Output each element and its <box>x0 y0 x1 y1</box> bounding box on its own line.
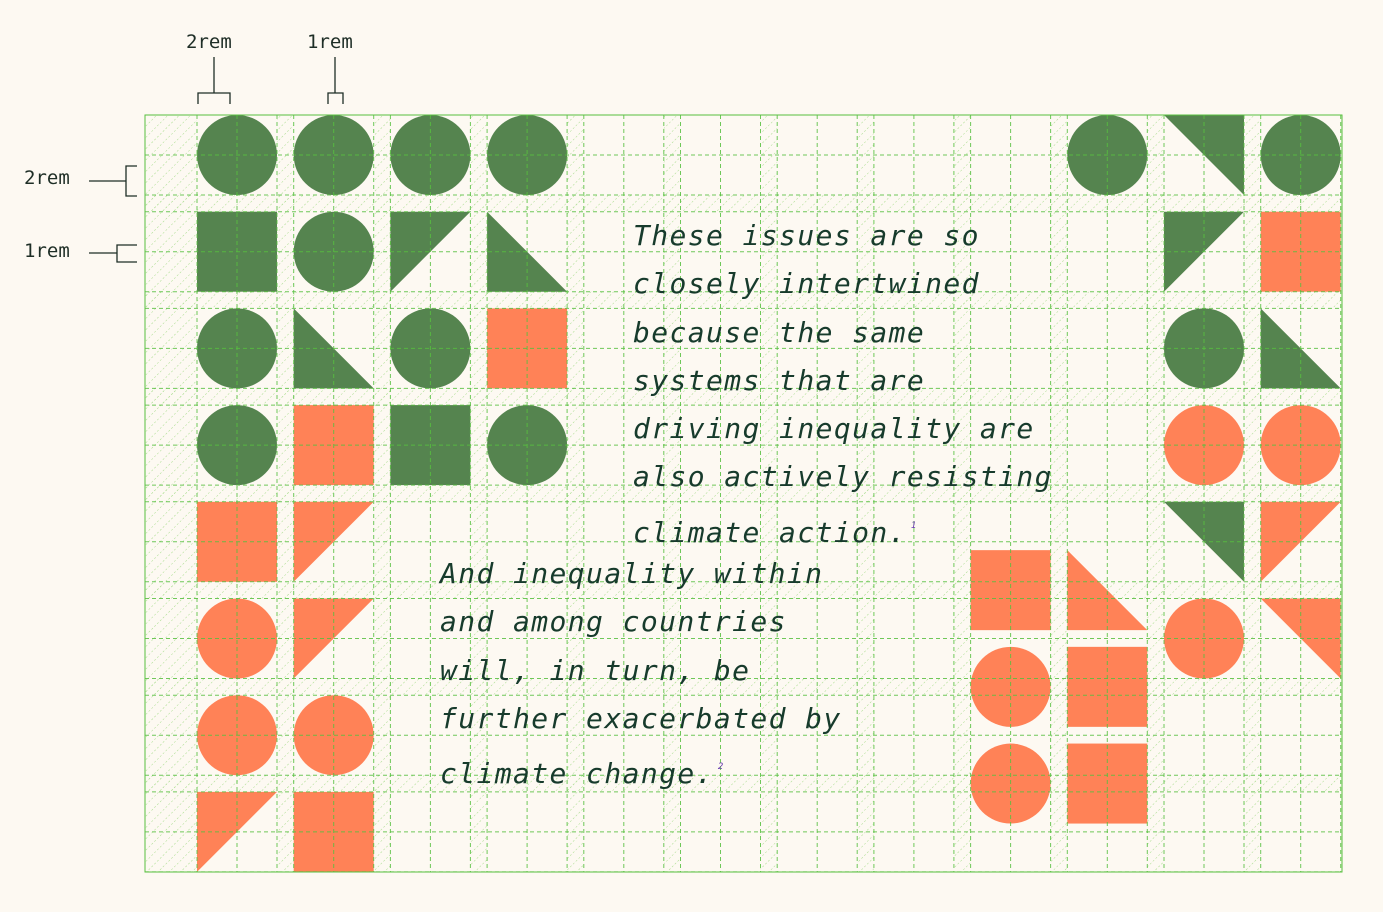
quote-line: climate change. 2 <box>440 743 842 798</box>
quote-line: And inequality within <box>440 557 824 590</box>
gutter-width-label-1rem: 1rem <box>307 31 353 53</box>
orange-circle-shape <box>293 695 374 776</box>
quote-line-text: climate action. <box>633 515 907 549</box>
quote-line: driving inequality are <box>633 412 1035 446</box>
orange-square-shape <box>970 550 1051 631</box>
orange-circle-shape <box>970 646 1051 727</box>
quote-line: These issues are so <box>633 219 980 252</box>
column-width-bracket <box>197 57 231 104</box>
orange-triangle-shape <box>293 598 374 679</box>
row-gap-bracket <box>89 244 137 263</box>
quote-line: further exacerbated by <box>440 701 842 735</box>
quote-block-two: And inequality within and among countrie… <box>440 550 842 798</box>
quote-line: will, in turn, be <box>440 653 751 687</box>
quote-line: also actively resisting <box>633 460 1053 494</box>
row-height-label-2rem: 2rem <box>24 167 70 189</box>
quote-line: closely intertwined <box>633 267 980 301</box>
quote-line-text: climate change. <box>440 757 714 791</box>
footnote-marker[interactable]: 1 <box>911 521 918 531</box>
row-height-bracket <box>89 165 137 197</box>
quote-block-one: These issues are so closely intertwined … <box>633 212 1053 557</box>
layout-grid-diagram: 2rem 1rem 2rem 1rem These issues are so … <box>0 0 1383 908</box>
row-gap-label-1rem: 1rem <box>24 240 70 262</box>
column-width-label-2rem: 2rem <box>186 31 232 53</box>
green-circle-shape <box>390 115 471 195</box>
orange-square-shape <box>1067 646 1148 727</box>
orange-triangle-shape <box>293 501 374 582</box>
gutter-width-bracket <box>327 57 344 104</box>
quote-line: and among countries <box>440 605 787 639</box>
quote-line: climate action. 1 <box>633 502 1053 557</box>
row-gap-hatch <box>145 195 1342 212</box>
quote-line: because the same <box>633 315 926 349</box>
quote-line: systems that are <box>633 363 926 397</box>
footnote-marker[interactable]: 2 <box>718 762 725 772</box>
green-circle-shape <box>487 115 568 195</box>
green-circle-shape <box>293 115 374 195</box>
